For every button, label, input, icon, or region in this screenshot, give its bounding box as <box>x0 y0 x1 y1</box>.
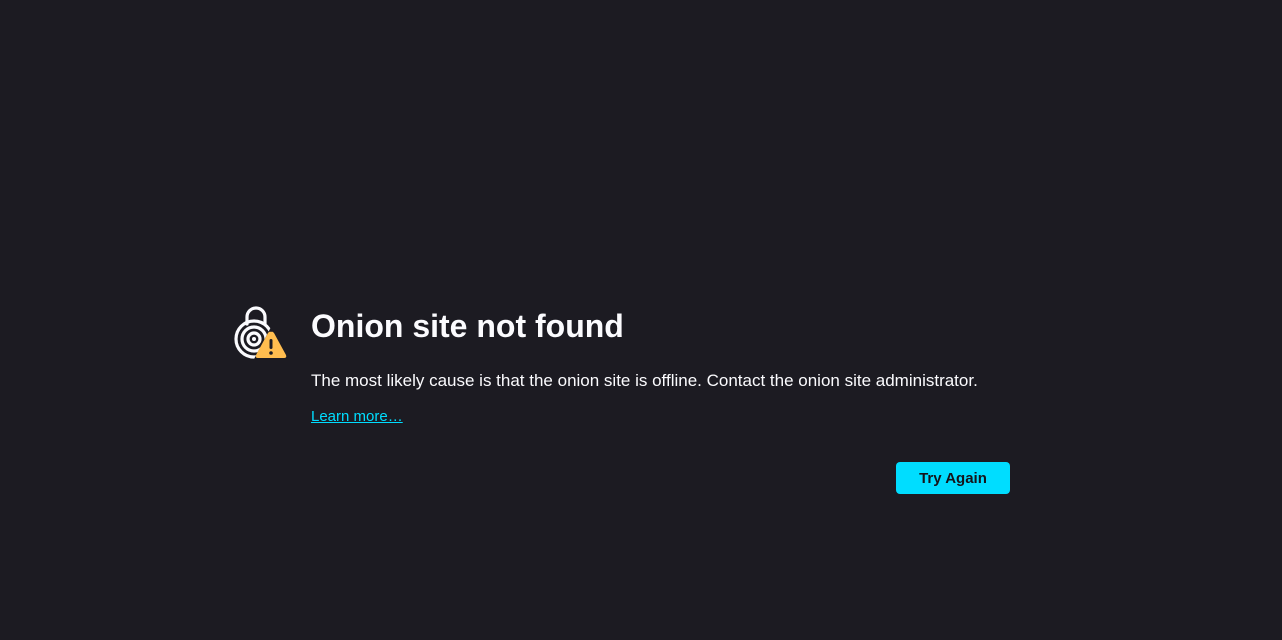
error-page: Onion site not found The most likely cau… <box>0 0 1282 640</box>
onion-warning-icon <box>234 305 288 361</box>
try-again-button[interactable]: Try Again <box>896 462 1010 494</box>
learn-more-link[interactable]: Learn more… <box>311 408 403 426</box>
error-content: Onion site not found The most likely cau… <box>311 305 1016 426</box>
page-title: Onion site not found <box>311 308 624 344</box>
error-description: The most likely cause is that the onion … <box>311 371 978 390</box>
